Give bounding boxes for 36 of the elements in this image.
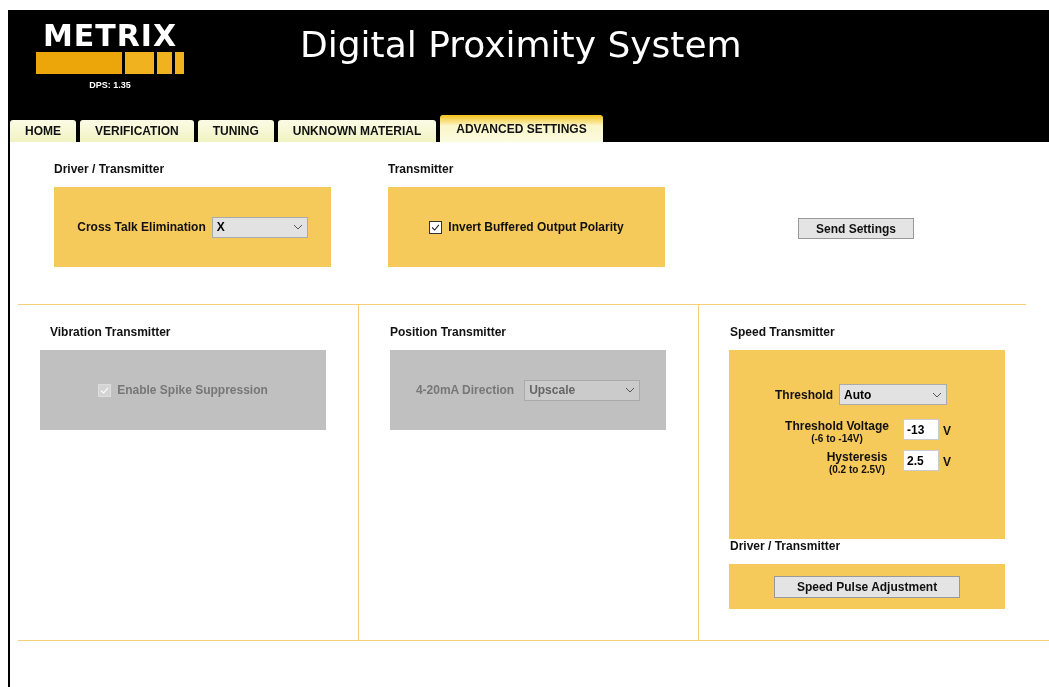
app-title: Digital Proximity System [300,24,742,67]
version-label: DPS: 1.35 [89,80,131,90]
section-heading: Transmitter [388,162,455,176]
section-heading: Vibration Transmitter [50,325,172,339]
field-label: Threshold Voltage [785,419,889,433]
section-heading: Driver / Transmitter [730,539,842,553]
unit-label: V [943,454,952,469]
caret-icon [292,224,303,230]
section-heading: Position Transmitter [390,325,508,339]
section-heading: Driver / Transmitter [54,162,166,176]
input-field[interactable]: 2.5 [903,450,939,471]
input-field[interactable]: -13 [903,419,939,440]
logo-text: METRIX [42,22,178,50]
range-hint: (0.2 to 2.5V) [828,464,886,475]
field-label: Hysteresis [826,450,888,464]
field-label: 4-20mA Direction [415,383,515,397]
logo-bar-icon [36,52,184,74]
checkbox-label: Enable Spike Suppression [117,383,268,397]
nav-tab[interactable]: TUNING [197,120,274,142]
dropdown[interactable]: X [211,216,308,238]
checkbox-label: Invert Buffered Output Polarity [448,220,624,234]
speed-pulse-button[interactable]: Speed Pulse Adjustment [774,575,960,598]
nav-tab[interactable]: UNKNOWN MATERIAL [277,120,437,142]
send-settings-button[interactable]: Send Settings [798,218,914,239]
unit-label: V [943,423,952,438]
section-heading: Speed Transmitter [730,325,836,339]
field-label: Cross Talk Elimination [77,220,206,234]
field-label: Threshold [775,387,833,402]
dropdown[interactable]: Auto [839,384,947,405]
range-hint: (-6 to -14V) [811,433,863,444]
nav-tab[interactable]: HOME [10,120,76,142]
caret-icon [625,387,636,393]
checkbox[interactable] [429,220,443,234]
nav-tab[interactable]: VERIFICATION [80,120,194,142]
nav-tab[interactable]: ADVANCED SETTINGS [440,115,603,142]
caret-icon [932,391,942,398]
